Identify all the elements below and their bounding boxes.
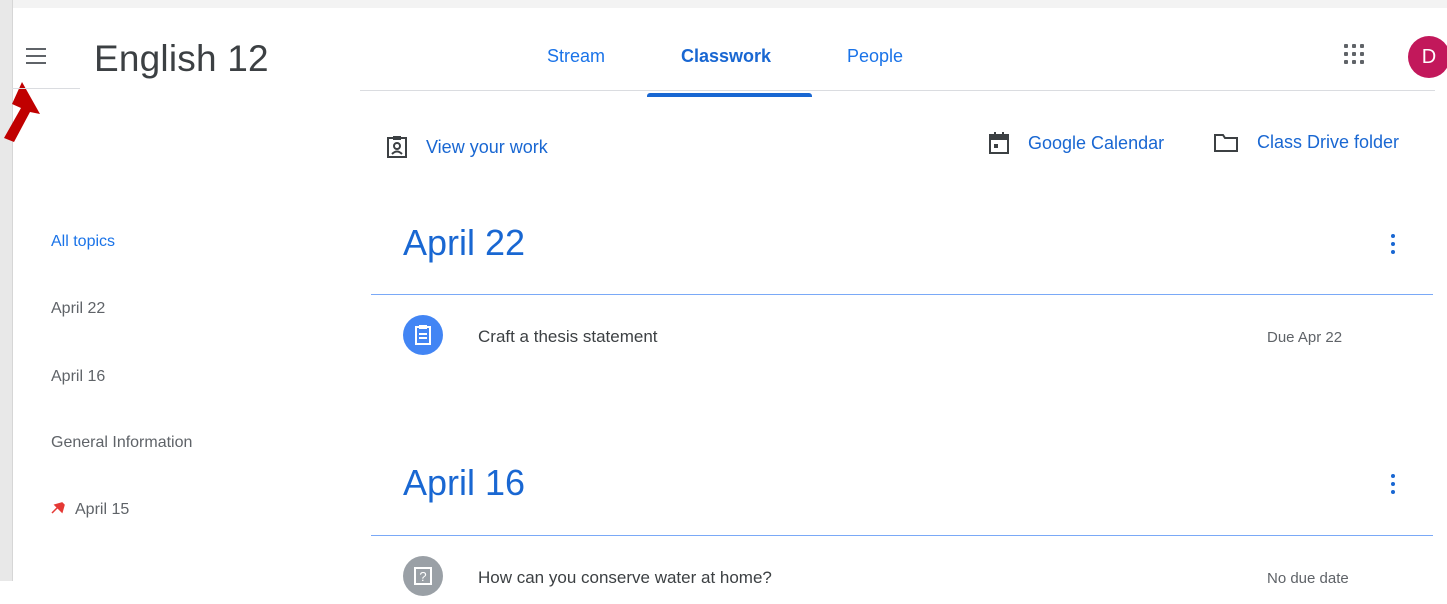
question-icon: ? (403, 556, 443, 596)
sidebar-item-label: April 15 (75, 501, 130, 518)
top-app-bar: English 12 Stream Classwork People D (12, 8, 1447, 100)
window-top-edge (0, 0, 1447, 8)
hamburger-menu-icon[interactable] (26, 48, 46, 64)
sidebar-item-april-16[interactable]: April 16 (51, 368, 105, 386)
svg-text:?: ? (419, 569, 426, 584)
header-divider-left (12, 88, 80, 89)
folder-icon (1214, 134, 1238, 152)
topic-divider (371, 535, 1433, 536)
classwork-item[interactable]: Craft a thesis statement Due Apr 22 (403, 315, 1393, 363)
class-drive-folder-button[interactable]: Class Drive folder (1213, 131, 1399, 153)
active-tab-indicator (647, 93, 812, 97)
sidebar-item-april-22[interactable]: April 22 (51, 300, 105, 318)
sidebar-item-april-15[interactable]: April 15 (51, 501, 129, 519)
class-drive-folder-label: Class Drive folder (1257, 131, 1400, 152)
classwork-item-due: Due Apr 22 (1267, 329, 1343, 346)
tab-classwork[interactable]: Classwork (681, 46, 771, 67)
pin-icon (51, 502, 65, 514)
calendar-icon (989, 132, 1009, 154)
sidebar-item-general-information[interactable]: General Information (51, 434, 192, 452)
google-calendar-button[interactable]: Google Calendar (988, 131, 1164, 155)
topic-heading-april-16: April 16 (403, 462, 526, 503)
tab-people[interactable]: People (847, 46, 903, 67)
classwork-item[interactable]: ? How can you conserve water at home? No… (403, 556, 1393, 604)
assignment-icon (403, 315, 443, 355)
topic-heading-april-22: April 22 (403, 222, 526, 263)
header-divider (360, 90, 1435, 91)
classwork-item-title: How can you conserve water at home? (478, 568, 772, 587)
google-calendar-label: Google Calendar (1028, 132, 1165, 153)
classwork-item-due: No due date (1267, 570, 1349, 587)
assigned-work-icon (387, 136, 407, 158)
view-your-work-button[interactable]: View your work (386, 135, 548, 159)
more-options-icon[interactable] (1390, 234, 1396, 258)
more-options-icon[interactable] (1390, 474, 1396, 498)
classwork-item-title: Craft a thesis statement (478, 327, 658, 346)
account-avatar[interactable]: D (1408, 36, 1447, 78)
sidebar-item-all-topics[interactable]: All topics (51, 233, 115, 251)
view-your-work-label: View your work (426, 136, 548, 157)
google-apps-icon[interactable] (1344, 44, 1366, 66)
tab-stream[interactable]: Stream (547, 46, 605, 67)
topic-divider (371, 294, 1433, 295)
class-title: English 12 (94, 38, 269, 79)
